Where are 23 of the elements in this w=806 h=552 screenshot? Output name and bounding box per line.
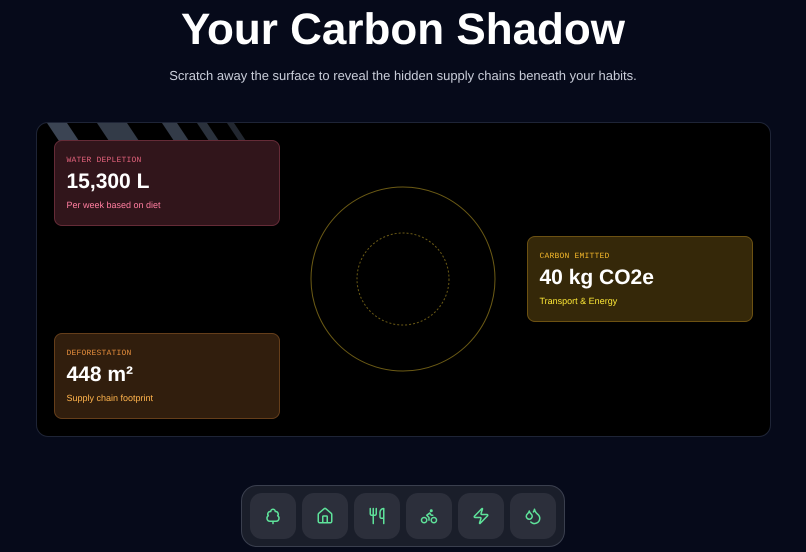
stat-value: 448 m² [66,362,134,388]
stat-label: WATER DEPLETION [66,156,143,164]
house-icon [316,506,334,524]
fork-knife-icon [368,506,386,524]
stat-note: Per week based on diet [66,198,162,212]
category-button[interactable] [406,492,452,538]
page-title: Your Carbon Shadow [180,8,626,52]
stat-value: 15,300 L [66,168,150,194]
stat-label: CARBON EMITTED [540,253,611,261]
category-button[interactable] [510,492,556,538]
bicycle-icon [420,506,438,524]
category-button[interactable] [250,492,296,538]
stat-value: 40 kg CO2e [540,265,655,291]
page-subtitle: Scratch away the surface to reveal the hidden supply chains beneath your habits. [169,67,637,85]
category-button[interactable] [458,492,504,538]
stat-label: DEFORESTATION [66,350,133,358]
tree-icon [264,506,282,524]
lightning-icon [472,506,490,524]
category-button[interactable] [354,492,400,538]
stat-note: Supply chain footprint [66,392,154,405]
droplets-icon [524,506,542,524]
category-button[interactable] [302,492,348,538]
stat-note: Transport & Energy [540,295,618,308]
